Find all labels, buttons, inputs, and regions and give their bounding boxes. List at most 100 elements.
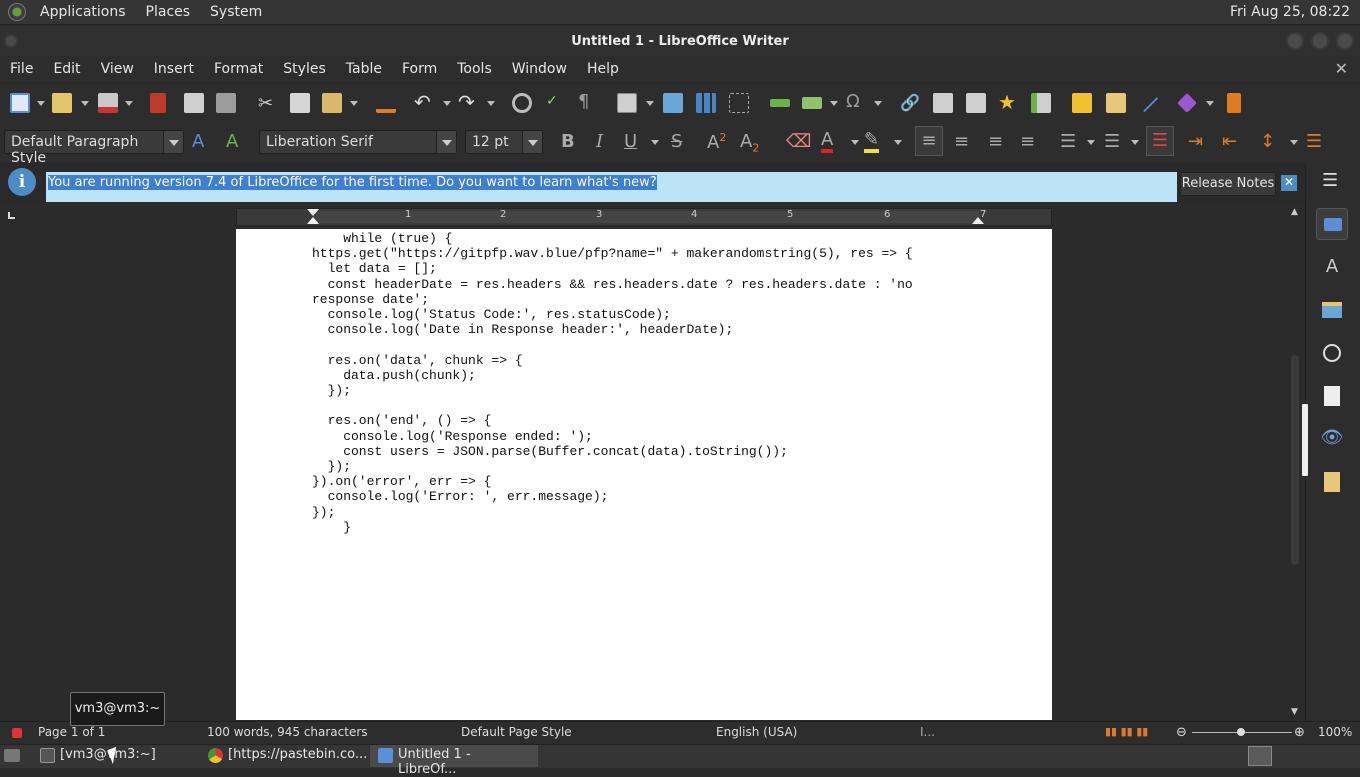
zoom-level[interactable]: 100% bbox=[1318, 725, 1352, 739]
print-icon[interactable] bbox=[184, 93, 204, 113]
page-number[interactable]: Page 1 of 1 bbox=[38, 725, 105, 739]
font-size-dropdown-icon[interactable] bbox=[522, 131, 542, 153]
language[interactable]: English (USA) bbox=[716, 725, 797, 739]
sidebar-collapse-handle[interactable] bbox=[1302, 404, 1308, 476]
new-dropdown-icon[interactable] bbox=[37, 101, 45, 106]
highlight-icon[interactable]: ✎ bbox=[864, 131, 880, 153]
no-list-icon[interactable]: ☰ bbox=[1146, 126, 1174, 156]
save-dropdown-icon[interactable] bbox=[125, 101, 133, 106]
menu-file[interactable]: File bbox=[0, 61, 43, 77]
close-window-button[interactable] bbox=[1336, 32, 1354, 50]
increase-indent-icon[interactable]: ⇥ bbox=[1188, 131, 1203, 152]
ordered-list-icon[interactable]: ☰ bbox=[1104, 131, 1120, 152]
spelling-icon[interactable]: ✓ bbox=[546, 93, 566, 113]
redo-dropdown-icon[interactable] bbox=[487, 101, 495, 106]
paste-dropdown-icon[interactable] bbox=[350, 101, 358, 106]
menu-window[interactable]: Window bbox=[502, 61, 577, 77]
table-dropdown-icon[interactable] bbox=[646, 101, 654, 106]
scroll-down-icon[interactable]: ▼ bbox=[1291, 707, 1298, 717]
paragraph-style-combo[interactable]: Default Paragraph Style bbox=[4, 130, 184, 166]
track-changes-icon[interactable] bbox=[1106, 93, 1126, 113]
unordered-list-dropdown-icon[interactable] bbox=[1087, 140, 1095, 145]
cross-reference-icon[interactable] bbox=[1031, 93, 1051, 113]
menu-form[interactable]: Form bbox=[392, 61, 447, 77]
copy-icon[interactable] bbox=[290, 93, 310, 113]
document-modified-icon[interactable] bbox=[12, 728, 22, 738]
zoom-out-icon[interactable]: ⊖ bbox=[1176, 725, 1187, 740]
release-notes-button[interactable]: Release Notes bbox=[1180, 172, 1276, 196]
vertical-scrollbar[interactable]: ▲ ▼ bbox=[1288, 205, 1302, 720]
special-character-icon[interactable]: Ω bbox=[846, 93, 866, 113]
comment-icon[interactable] bbox=[1072, 93, 1092, 113]
text-box-icon[interactable] bbox=[729, 93, 749, 113]
horizontal-ruler[interactable] bbox=[236, 208, 1052, 226]
formatting-marks-icon[interactable]: ¶ bbox=[578, 93, 598, 113]
print-preview-icon[interactable] bbox=[216, 93, 236, 113]
menu-system[interactable]: System bbox=[200, 4, 272, 20]
update-style-icon[interactable]: A bbox=[192, 131, 204, 152]
insert-table-icon[interactable] bbox=[617, 93, 637, 113]
style-inspector-icon[interactable]: 👁 bbox=[1316, 422, 1348, 454]
menu-view[interactable]: View bbox=[91, 61, 144, 77]
open-dropdown-icon[interactable] bbox=[81, 101, 89, 106]
export-pdf-icon[interactable] bbox=[150, 93, 166, 113]
bookmark-icon[interactable]: ★ bbox=[998, 92, 1018, 113]
clone-formatting-icon[interactable] bbox=[376, 93, 396, 113]
decrease-indent-icon[interactable]: ⇤ bbox=[1222, 131, 1237, 152]
new-document-icon[interactable] bbox=[10, 93, 30, 113]
tab-stop-type-icon[interactable] bbox=[8, 212, 15, 219]
menu-tools[interactable]: Tools bbox=[447, 61, 502, 77]
applications-icon[interactable] bbox=[8, 3, 26, 21]
task-browser[interactable]: [https://pastebin.co... bbox=[200, 745, 370, 767]
workspace-switcher[interactable] bbox=[1248, 746, 1272, 766]
open-folder-icon[interactable] bbox=[52, 93, 72, 113]
maximize-button[interactable] bbox=[1311, 32, 1329, 50]
menu-applications[interactable]: Applications bbox=[30, 4, 136, 20]
scroll-up-icon[interactable]: ▲ bbox=[1291, 207, 1298, 217]
manage-changes-icon[interactable] bbox=[1316, 466, 1348, 498]
page-style[interactable]: Default Page Style bbox=[461, 725, 572, 739]
minimize-button[interactable] bbox=[1286, 32, 1304, 50]
right-indent-marker[interactable] bbox=[972, 217, 984, 224]
navigator-icon[interactable] bbox=[1316, 337, 1348, 369]
font-name-dropdown-icon[interactable] bbox=[436, 131, 456, 153]
sidebar-menu-icon[interactable]: ☰ bbox=[1322, 170, 1338, 191]
menu-insert[interactable]: Insert bbox=[144, 61, 204, 77]
document-page[interactable]: while (true) { https.get("https://gitpfp… bbox=[236, 229, 1052, 720]
menu-styles[interactable]: Styles bbox=[273, 61, 335, 77]
font-color-icon[interactable]: A bbox=[821, 131, 834, 153]
document-text[interactable]: while (true) { https.get("https://gitpfp… bbox=[312, 231, 913, 535]
insert-chart-icon[interactable] bbox=[696, 93, 716, 113]
page-icon[interactable] bbox=[1316, 380, 1348, 412]
font-color-dropdown-icon[interactable] bbox=[851, 140, 859, 145]
endnote-icon[interactable] bbox=[966, 93, 986, 113]
properties-icon[interactable] bbox=[1316, 208, 1348, 240]
view-layout-icon[interactable]: ▮▮ ▮▮ ▮▮ bbox=[1105, 725, 1148, 738]
special-char-dropdown-icon[interactable] bbox=[874, 101, 882, 106]
unordered-list-icon[interactable]: ☰ bbox=[1060, 131, 1076, 152]
menu-format[interactable]: Format bbox=[204, 61, 273, 77]
align-left-icon[interactable]: ≡ bbox=[915, 126, 943, 156]
styles-icon[interactable]: A bbox=[1316, 251, 1348, 283]
window-titlebar[interactable]: Untitled 1 - LibreOffice Writer bbox=[0, 26, 1360, 56]
paste-icon[interactable] bbox=[322, 93, 342, 113]
draw-functions-icon[interactable] bbox=[1227, 93, 1241, 113]
find-replace-icon[interactable] bbox=[512, 93, 532, 113]
superscript-icon[interactable]: A2 bbox=[707, 131, 726, 153]
window-menu-icon[interactable] bbox=[4, 34, 18, 48]
cut-icon[interactable]: ✂ bbox=[258, 93, 278, 114]
close-document-icon[interactable]: ✕ bbox=[1335, 59, 1348, 78]
insert-mode-icon[interactable]: I... bbox=[920, 725, 935, 739]
clock[interactable]: Fri Aug 25, 08:22 bbox=[1230, 4, 1350, 20]
highlight-dropdown-icon[interactable] bbox=[894, 140, 902, 145]
undo-icon[interactable]: ↶ bbox=[414, 92, 434, 113]
first-line-indent-marker[interactable] bbox=[307, 209, 319, 216]
paragraph-style-dropdown-icon[interactable] bbox=[163, 131, 183, 153]
new-style-icon[interactable]: A bbox=[226, 131, 238, 152]
task-writer[interactable]: Untitled 1 - LibreOf... bbox=[370, 745, 538, 777]
field-dropdown-icon[interactable] bbox=[830, 101, 838, 106]
insert-field-icon[interactable] bbox=[802, 97, 822, 109]
subscript-icon[interactable]: A2 bbox=[740, 131, 759, 155]
bold-icon[interactable]: B bbox=[561, 131, 575, 152]
align-right-icon[interactable]: ≡ bbox=[988, 131, 1003, 152]
